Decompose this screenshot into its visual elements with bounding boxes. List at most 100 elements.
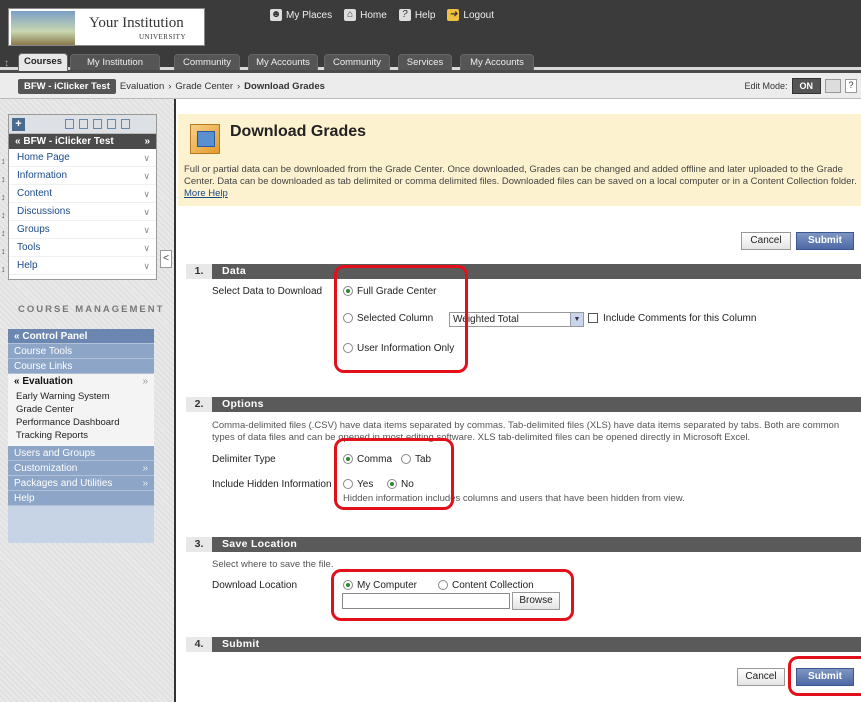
drag-handle-icon[interactable]: ↕: [1, 188, 6, 206]
include-comments-checkbox[interactable]: [588, 313, 598, 324]
evaluation-item[interactable]: Early Warning System: [8, 390, 154, 403]
section-number: 1.: [186, 264, 212, 279]
tab-community[interactable]: Community: [174, 54, 240, 70]
home-icon: ⌂: [344, 9, 357, 21]
evaluation-label: Evaluation: [22, 376, 73, 387]
users-and-groups-item[interactable]: Users and Groups: [8, 446, 154, 461]
evaluation-item[interactable]: Grade Center: [8, 403, 154, 416]
edit-mode-label: Edit Mode:: [744, 81, 788, 91]
menu-item-home-page[interactable]: ↕ Home Page ∨: [1, 149, 156, 167]
edit-mode-toggle[interactable]: ON: [791, 78, 821, 94]
course-management-title: COURSE MANAGEMENT: [18, 304, 165, 315]
help-item[interactable]: Help: [8, 491, 154, 506]
submit-button-top[interactable]: Submit: [796, 232, 854, 250]
edit-mode-help[interactable]: ?: [845, 79, 857, 93]
menu-item-help[interactable]: ↕ Help ∨: [1, 257, 156, 275]
menu-item-label: Home Page: [17, 152, 70, 163]
menu-item-discussions[interactable]: ↕ Discussions ∨: [1, 203, 156, 221]
chevron-down-icon[interactable]: ∨: [143, 149, 150, 167]
course-links-label: Course Links: [14, 361, 73, 372]
institution-logo[interactable]: Your Institution UNIVERSITY: [8, 8, 205, 46]
cancel-button[interactable]: Cancel: [737, 668, 785, 686]
drag-handle-icon[interactable]: ↕: [1, 224, 6, 242]
customization-item[interactable]: Customization »: [8, 461, 154, 476]
main-content: Download Grades Full or partial data can…: [174, 99, 861, 702]
help-link[interactable]: ? Help: [398, 9, 435, 21]
customization-label: Customization: [14, 463, 78, 474]
chevron-down-icon[interactable]: ∨: [143, 239, 150, 257]
tab-my-accounts-2[interactable]: My Accounts: [460, 54, 534, 70]
include-comments-option[interactable]: Include Comments for this Column: [588, 313, 756, 324]
section-data-header: 1. Data: [186, 264, 861, 279]
menu-item-label: Help: [17, 260, 38, 271]
menu-item-label: Groups: [17, 224, 50, 235]
packages-and-utilities-item[interactable]: Packages and Utilities »: [8, 476, 154, 491]
menu-item-label: Information: [17, 170, 68, 181]
menu-item-groups[interactable]: ↕ Groups ∨: [1, 221, 156, 239]
breadcrumb-course[interactable]: BFW - iClicker Test: [18, 79, 116, 94]
institution-name: Your Institution: [89, 15, 184, 31]
breadcrumb-grade-center[interactable]: Grade Center: [175, 81, 233, 92]
my-places-link[interactable]: ☻ My Places: [270, 9, 332, 21]
highlight-box: [334, 265, 468, 373]
chevron-down-icon[interactable]: ∨: [143, 221, 150, 239]
chevron-down-icon[interactable]: ∨: [143, 257, 150, 275]
drag-handle-icon[interactable]: ↕: [1, 260, 6, 278]
menu-item-content[interactable]: ↕ Content ∨: [1, 185, 156, 203]
chevron-down-icon[interactable]: ∨: [143, 203, 150, 221]
tab-services[interactable]: Services: [398, 54, 452, 70]
settings-view-icon[interactable]: [107, 119, 116, 129]
download-location-label: Download Location: [212, 580, 298, 591]
home-link[interactable]: ⌂ Home: [344, 9, 387, 21]
tab-courses[interactable]: Courses: [18, 53, 68, 71]
menu-item-label: Tools: [17, 242, 41, 253]
tab-my-accounts[interactable]: My Accounts: [248, 54, 318, 70]
options-help-text: Comma-delimited files (.CSV) have data i…: [212, 420, 840, 443]
breadcrumb-evaluation[interactable]: Evaluation: [120, 81, 164, 92]
evaluation-header[interactable]: « Evaluation»: [8, 374, 154, 390]
list-view-icon[interactable]: [65, 119, 74, 129]
chevron-down-icon[interactable]: ∨: [143, 185, 150, 203]
select-data-label: Select Data to Download: [212, 286, 323, 297]
include-hidden-label: Include Hidden Information: [212, 479, 332, 490]
drag-handle-icon[interactable]: ↕: [1, 152, 6, 170]
course-menu-title[interactable]: « BFW - iClicker Test»: [9, 134, 156, 149]
more-help-link[interactable]: More Help: [184, 188, 228, 199]
page-description: Full or partial data can be downloaded f…: [184, 164, 859, 200]
chevron-down-icon[interactable]: ∨: [143, 167, 150, 185]
course-tools-item[interactable]: Course Tools: [8, 344, 154, 359]
menu-item-tools[interactable]: ↕ Tools ∨: [1, 239, 156, 257]
evaluation-item[interactable]: Tracking Reports: [8, 429, 154, 442]
cancel-button-top[interactable]: Cancel: [741, 232, 791, 250]
institution-sub: UNIVERSITY: [139, 33, 186, 41]
top-links: ☻ My Places ⌂ Home ? Help ➜ Logout: [270, 8, 494, 22]
logout-link[interactable]: ➜ Logout: [447, 9, 494, 21]
tab-reorder-icon[interactable]: ↕: [4, 58, 14, 70]
window-view-icon[interactable]: [93, 119, 102, 129]
course-links-item[interactable]: Course Links: [8, 359, 154, 374]
tab-community-2[interactable]: Community: [324, 54, 390, 70]
section-number: 4.: [186, 637, 212, 652]
drag-handle-icon[interactable]: ↕: [1, 206, 6, 224]
grid-view-icon[interactable]: [121, 119, 130, 129]
drag-handle-icon[interactable]: ↕: [1, 170, 6, 188]
add-menu-item-button[interactable]: +: [12, 118, 25, 131]
folder-view-icon[interactable]: [79, 119, 88, 129]
section-number: 2.: [186, 397, 212, 412]
control-panel-header[interactable]: « Control Panel: [8, 329, 154, 344]
breadcrumb-bar: BFW - iClicker Test Evaluation › Grade C…: [0, 73, 861, 99]
menu-item-information[interactable]: ↕ Information ∨: [1, 167, 156, 185]
tab-my-institution[interactable]: My Institution: [70, 54, 160, 70]
evaluation-item[interactable]: Performance Dashboard: [8, 416, 154, 429]
chevron-right-icon: »: [142, 463, 148, 474]
download-grades-icon: [190, 124, 220, 154]
chevron-right-icon: »: [142, 376, 148, 387]
section-title: Save Location: [222, 538, 298, 550]
collapse-menu-button[interactable]: <: [160, 250, 172, 268]
drag-handle-icon[interactable]: ↕: [1, 242, 6, 260]
breadcrumb-current: Download Grades: [244, 81, 325, 92]
include-comments-label: Include Comments for this Column: [603, 313, 757, 324]
column-select[interactable]: Weighted Total ▼: [449, 312, 584, 327]
menu-item-label: Discussions: [17, 206, 71, 217]
edit-mode-off[interactable]: [825, 79, 841, 93]
